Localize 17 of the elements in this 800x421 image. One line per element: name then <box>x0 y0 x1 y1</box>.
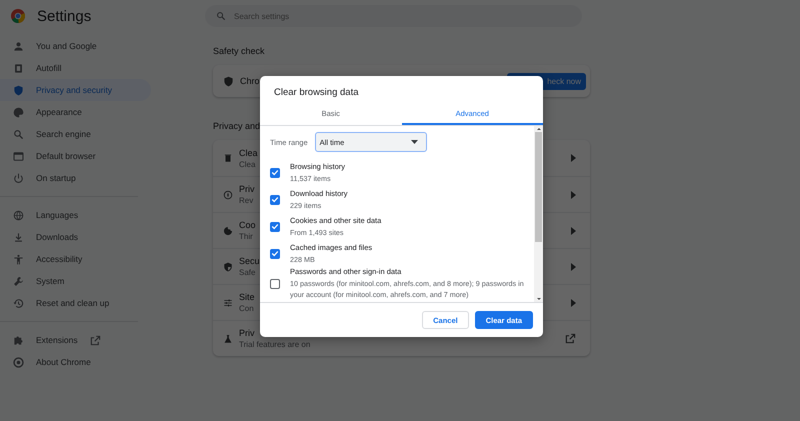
row-subtitle: Trial features are on <box>239 340 310 349</box>
row-subtitle: Con <box>239 304 255 313</box>
row-title: Coo <box>239 220 256 230</box>
dialog-title: Clear browsing data <box>273 86 360 100</box>
row-title: Secu <box>239 256 260 266</box>
section-heading: Safety check <box>213 46 265 56</box>
page-title: Settings <box>37 8 92 24</box>
row-title: Priv <box>239 328 256 338</box>
row-title: Chro <box>240 76 260 86</box>
section-heading: Privacy and <box>213 121 260 131</box>
row-title: Priv <box>239 184 254 194</box>
row-subtitle: Clea <box>239 160 256 168</box>
row-subtitle: Safe <box>239 268 256 277</box>
row-title: Site <box>239 292 255 302</box>
row-subtitle: Rev <box>239 196 254 205</box>
row-subtitle: Thir <box>239 232 254 241</box>
row-title: Clea <box>239 148 258 158</box>
